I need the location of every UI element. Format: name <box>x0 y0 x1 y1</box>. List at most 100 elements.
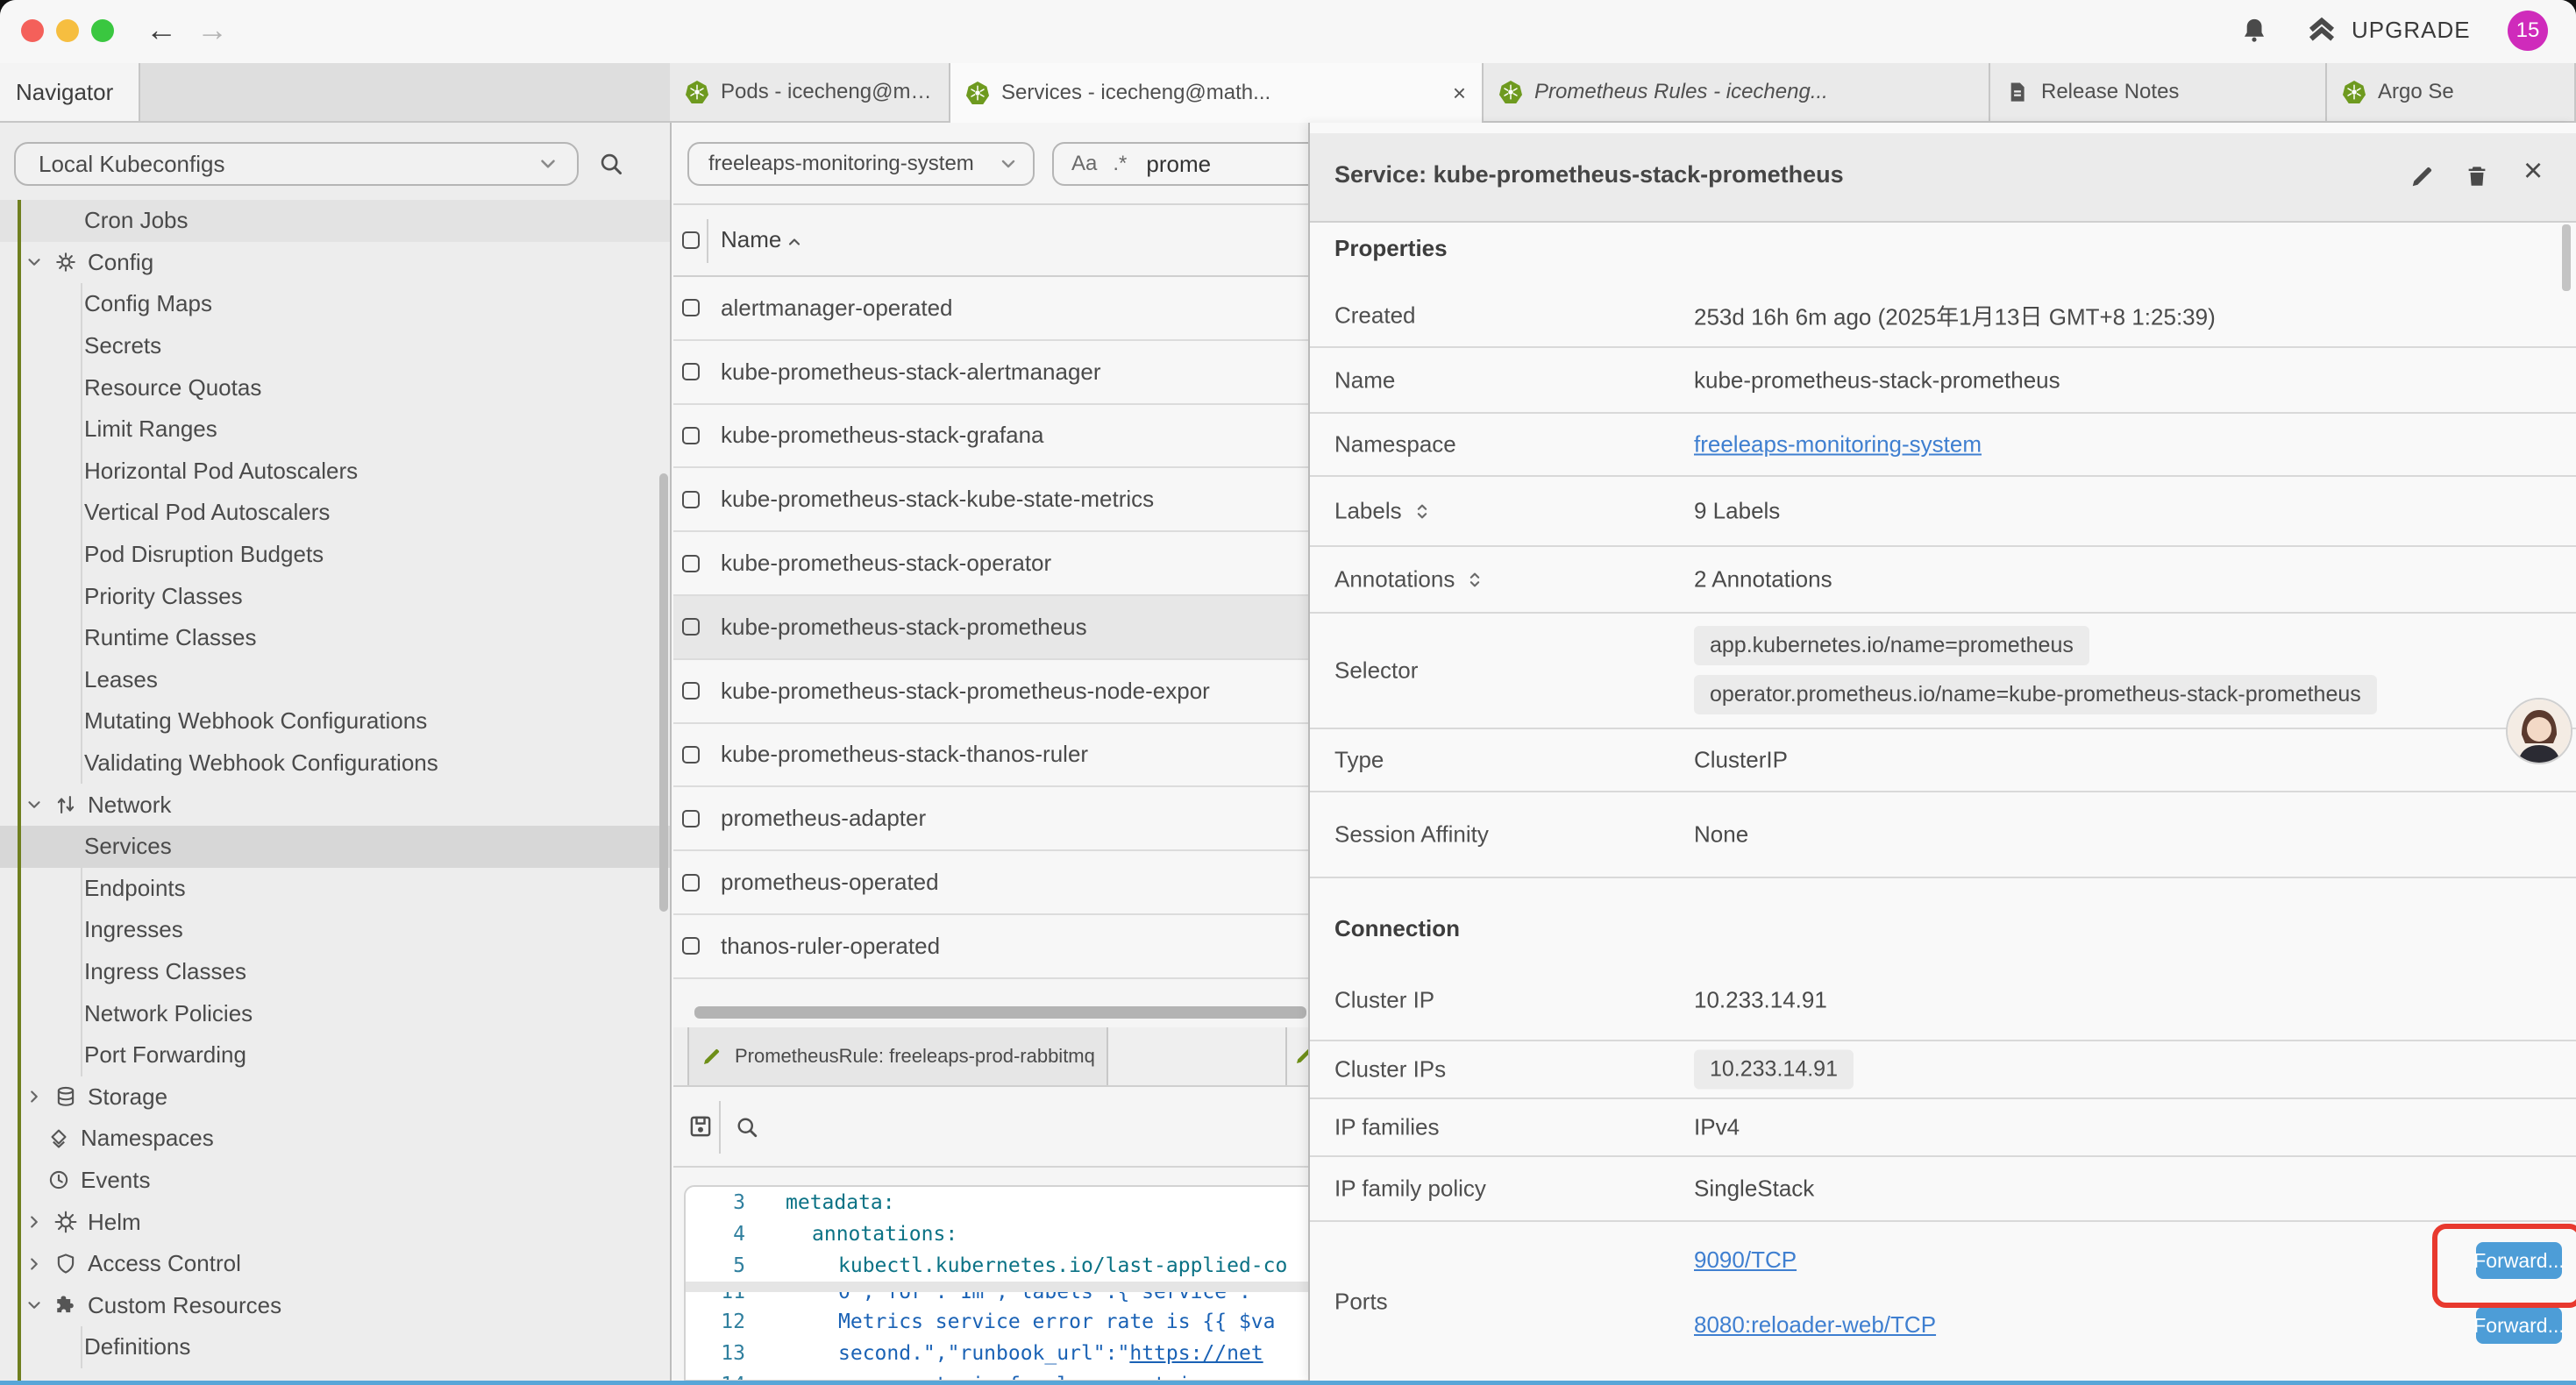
sidebar-item-port-forwarding[interactable]: Port Forwarding <box>0 1034 670 1076</box>
traffic-light-minimize-button[interactable] <box>56 19 79 42</box>
sort-updown-icon[interactable] <box>1413 501 1432 521</box>
editor-tab-partial[interactable] <box>1294 1045 1308 1066</box>
row-checkbox[interactable] <box>682 682 700 700</box>
editor-link[interactable]: https://net <box>1129 1342 1263 1365</box>
forward-icon[interactable]: → <box>196 9 228 51</box>
notifications-bell-icon[interactable] <box>2239 16 2269 46</box>
sidebar-item-network[interactable]: Network <box>0 784 670 826</box>
sidebar-item-resource-quotas[interactable]: Resource Quotas <box>0 366 670 408</box>
sidebar-item-runtime-classes[interactable]: Runtime Classes <box>0 617 670 659</box>
row-checkbox[interactable] <box>682 427 700 444</box>
chevron-down-icon[interactable] <box>25 252 44 272</box>
table-row[interactable]: kube-prometheus-stack-prometheus-node-ex… <box>673 660 1308 724</box>
port-link[interactable]: 9090/TCP <box>1694 1246 1797 1273</box>
sidebar-item-ingress-classes[interactable]: Ingress Classes <box>0 951 670 993</box>
editor-search-icon[interactable] <box>735 1115 759 1140</box>
table-row[interactable]: kube-prometheus-stack-alertmanager <box>673 341 1308 405</box>
row-checkbox[interactable] <box>682 363 700 380</box>
sidebar-scrollbar-thumb[interactable] <box>659 473 668 912</box>
sidebar-item-endpoints[interactable]: Endpoints <box>0 868 670 910</box>
sidebar-item-mutating-webhook-configurations[interactable]: Mutating Webhook Configurations <box>0 700 670 742</box>
sidebar-item-config[interactable]: Config <box>0 242 670 284</box>
edit-icon[interactable] <box>2409 163 2436 189</box>
chevron-right-icon[interactable] <box>25 1254 44 1274</box>
sidebar-item-config-maps[interactable]: Config Maps <box>0 283 670 325</box>
avatar[interactable] <box>2506 698 2572 764</box>
tab-release-notes[interactable]: Release Notes <box>1990 63 2327 121</box>
chevron-down-icon[interactable] <box>25 1296 44 1315</box>
save-icon[interactable] <box>687 1113 714 1140</box>
table-row[interactable]: thanos-ruler-operated <box>673 915 1308 979</box>
sidebar-item-storage[interactable]: Storage <box>0 1076 670 1118</box>
sidebar-item-pod-disruption-budgets[interactable]: Pod Disruption Budgets <box>0 534 670 576</box>
sidebar-item-priority-classes[interactable]: Priority Classes <box>0 575 670 617</box>
table-horizontal-scrollbar-thumb[interactable] <box>694 1006 1306 1019</box>
upgrade-button[interactable]: UPGRADE <box>2306 14 2471 46</box>
back-icon[interactable]: ← <box>146 9 177 51</box>
row-checkbox[interactable] <box>682 618 700 636</box>
table-row[interactable]: kube-prometheus-stack-thanos-ruler <box>673 724 1308 788</box>
sidebar-item-ingresses[interactable]: Ingresses <box>0 909 670 951</box>
row-checkbox[interactable] <box>682 491 700 508</box>
traffic-light-zoom-button[interactable] <box>91 19 114 42</box>
tab-services-icecheng-math[interactable]: Services - icecheng@math...× <box>950 63 1484 123</box>
sidebar-item-events[interactable]: Events <box>0 1160 670 1202</box>
delete-icon[interactable] <box>2464 163 2490 189</box>
table-row[interactable]: kube-prometheus-stack-kube-state-metrics <box>673 468 1308 532</box>
yaml-editor[interactable]: 3metadata:4annotations:5kubectl.kubernet… <box>684 1185 1308 1381</box>
sidebar-item-helm[interactable]: Helm <box>0 1201 670 1243</box>
sidebar-item-namespaces[interactable]: Namespaces <box>0 1118 670 1160</box>
tab-pods-icecheng-mathmas[interactable]: Pods - icecheng@mathmas... <box>670 63 950 121</box>
row-checkbox[interactable] <box>682 937 700 955</box>
sidebar-item-leases[interactable]: Leases <box>0 659 670 701</box>
port-link[interactable]: 8080:reloader-web/TCP <box>1694 1311 1936 1338</box>
editor-tab-prometheusrule[interactable]: PrometheusRule: freeleaps-prod-rabbitmq <box>687 1027 1108 1085</box>
sidebar-item-custom-resources[interactable]: Custom Resources <box>0 1284 670 1326</box>
sidebar-search-icon[interactable] <box>598 151 624 177</box>
regex-toggle[interactable]: .* <box>1113 152 1127 176</box>
sidebar-item-access-control[interactable]: Access Control <box>0 1243 670 1285</box>
row-checkbox[interactable] <box>682 810 700 827</box>
sidebar-item-cron-jobs[interactable]: Cron Jobs <box>0 200 670 242</box>
sidebar-item-horizontal-pod-autoscalers[interactable]: Horizontal Pod Autoscalers <box>0 451 670 493</box>
chevron-down-icon[interactable] <box>25 795 44 814</box>
tab-navigator[interactable]: Navigator <box>0 63 140 121</box>
row-checkbox[interactable] <box>682 299 700 316</box>
sidebar-item-secrets[interactable]: Secrets <box>0 325 670 367</box>
kubeconfig-select[interactable]: Local Kubeconfigs <box>14 142 579 186</box>
row-checkbox[interactable] <box>682 874 700 891</box>
forward-button[interactable]: Forward... <box>2476 1307 2562 1344</box>
sort-ascending-icon[interactable] <box>786 233 803 251</box>
row-checkbox[interactable] <box>682 555 700 572</box>
close-icon[interactable]: × <box>2523 153 2543 190</box>
row-checkbox[interactable] <box>682 746 700 764</box>
table-row[interactable]: kube-prometheus-stack-prometheus <box>673 596 1308 660</box>
table-row[interactable]: kube-prometheus-stack-grafana <box>673 405 1308 469</box>
select-all-checkbox[interactable] <box>682 231 700 249</box>
details-scrollbar-thumb[interactable] <box>2562 224 2571 291</box>
tab-close-icon[interactable]: × <box>1453 80 1466 107</box>
tab-prometheus-rules-icecheng[interactable]: Prometheus Rules - icecheng... <box>1484 63 1990 121</box>
sidebar-item-services[interactable]: Services <box>0 826 670 868</box>
list-search-input[interactable] <box>1142 149 1307 180</box>
forward-button[interactable]: Forward... <box>2476 1242 2562 1279</box>
sidebar-item-vertical-pod-autoscalers[interactable]: Vertical Pod Autoscalers <box>0 492 670 534</box>
table-row[interactable]: prometheus-operated <box>673 851 1308 915</box>
sidebar-item-validating-webhook-configurations[interactable]: Validating Webhook Configurations <box>0 742 670 785</box>
sidebar-item-network-policies[interactable]: Network Policies <box>0 992 670 1034</box>
sidebar-item-definitions[interactable]: Definitions <box>0 1326 670 1368</box>
match-case-toggle[interactable]: Aa <box>1071 152 1097 176</box>
table-row[interactable]: prometheus-adapter <box>673 787 1308 851</box>
table-row[interactable]: alertmanager-operated <box>673 277 1308 341</box>
sidebar-item-limit-ranges[interactable]: Limit Ranges <box>0 408 670 451</box>
namespace-select[interactable]: freeleaps-monitoring-system <box>687 142 1035 186</box>
notification-count-badge[interactable]: 15 <box>2508 11 2548 51</box>
name-column-header[interactable]: Name <box>721 226 781 253</box>
traffic-light-close-button[interactable] <box>21 19 44 42</box>
sort-updown-icon[interactable] <box>1465 570 1484 589</box>
chevron-right-icon[interactable] <box>25 1087 44 1106</box>
namespace-link[interactable]: freeleaps-monitoring-system <box>1694 431 1982 458</box>
tab-argo-se[interactable]: Argo Se <box>2327 63 2576 121</box>
table-row[interactable]: kube-prometheus-stack-operator <box>673 532 1308 596</box>
chevron-right-icon[interactable] <box>25 1212 44 1232</box>
